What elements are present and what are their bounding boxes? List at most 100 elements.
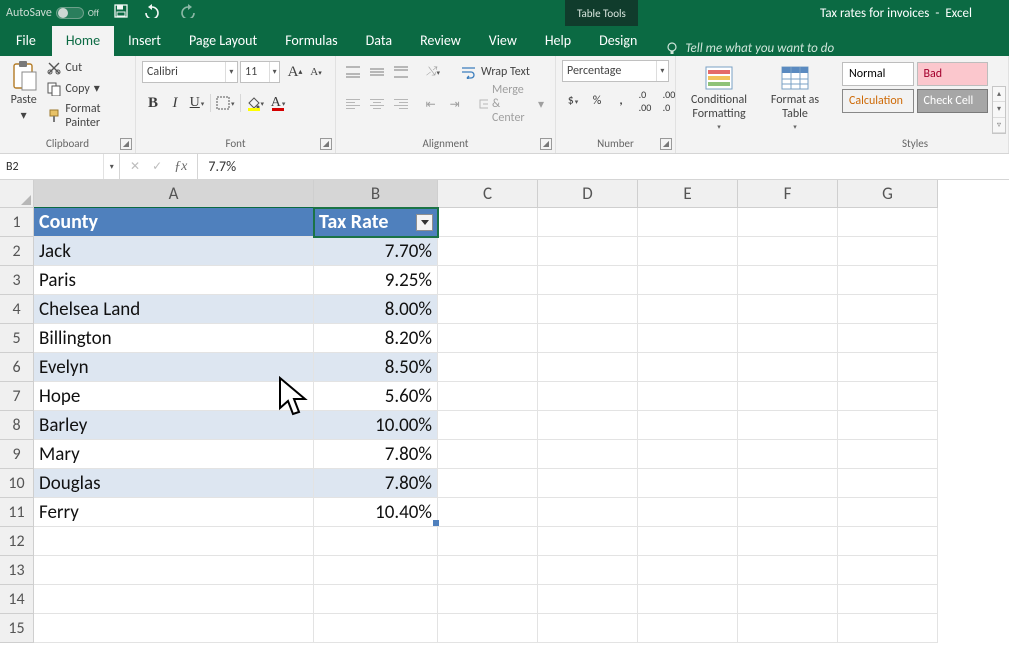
cell-B13[interactable] xyxy=(314,556,438,585)
cell-G14[interactable] xyxy=(838,585,938,614)
column-header-E[interactable]: E xyxy=(638,180,738,208)
chevron-down-icon[interactable]: ▾ xyxy=(269,62,279,82)
table-resize-handle[interactable] xyxy=(433,520,439,526)
paste-button[interactable]: Paste ▾ xyxy=(6,60,41,137)
name-box-input[interactable] xyxy=(0,160,103,174)
cell-C14[interactable] xyxy=(438,585,538,614)
increase-decimal-button[interactable]: .0.00 xyxy=(634,90,656,112)
cell-C11[interactable] xyxy=(438,498,538,527)
cell-F13[interactable] xyxy=(738,556,838,585)
align-left-button[interactable] xyxy=(342,93,364,115)
tab-review[interactable]: Review xyxy=(406,26,475,56)
cell-F5[interactable] xyxy=(738,324,838,353)
cell-F8[interactable] xyxy=(738,411,838,440)
tab-home[interactable]: Home xyxy=(52,26,114,56)
cell-C9[interactable] xyxy=(438,440,538,469)
cell-C15[interactable] xyxy=(438,614,538,643)
font-name-combo[interactable]: ▾ xyxy=(142,61,238,83)
align-right-button[interactable] xyxy=(390,93,412,115)
cell-G11[interactable] xyxy=(838,498,938,527)
cell-B11[interactable]: 10.40% xyxy=(314,498,438,527)
number-format-combo[interactable]: ▾ xyxy=(562,60,669,82)
cell-D1[interactable] xyxy=(538,208,638,237)
cell-E2[interactable] xyxy=(638,237,738,266)
cell-C8[interactable] xyxy=(438,411,538,440)
cell-A5[interactable]: Billington xyxy=(34,324,314,353)
cell-A6[interactable]: Evelyn xyxy=(34,353,314,382)
cell-A14[interactable] xyxy=(34,585,314,614)
cell-A12[interactable] xyxy=(34,527,314,556)
cell-E15[interactable] xyxy=(638,614,738,643)
cell-D4[interactable] xyxy=(538,295,638,324)
cell-D12[interactable] xyxy=(538,527,638,556)
cell-F10[interactable] xyxy=(738,469,838,498)
chevron-down-icon[interactable]: ▾ xyxy=(656,61,668,81)
cell-A4[interactable]: Chelsea Land xyxy=(34,295,314,324)
cell-D10[interactable] xyxy=(538,469,638,498)
font-dialog-launcher[interactable]: ◢ xyxy=(320,138,332,150)
orientation-button[interactable]: ⤭▾ xyxy=(422,61,444,83)
cell-A2[interactable]: Jack xyxy=(34,237,314,266)
decrease-font-size-button[interactable]: A▾ xyxy=(306,61,326,83)
cell-D14[interactable] xyxy=(538,585,638,614)
cell-B10[interactable]: 7.80% xyxy=(314,469,438,498)
cell-B15[interactable] xyxy=(314,614,438,643)
cell-C10[interactable] xyxy=(438,469,538,498)
tab-help[interactable]: Help xyxy=(531,26,585,56)
copy-button[interactable]: Copy▾ xyxy=(45,80,129,97)
tab-page-layout[interactable]: Page Layout xyxy=(175,26,271,56)
row-header-13[interactable]: 13 xyxy=(0,556,34,585)
cell-F4[interactable] xyxy=(738,295,838,324)
cell-E4[interactable] xyxy=(638,295,738,324)
cell-E13[interactable] xyxy=(638,556,738,585)
cell-C3[interactable] xyxy=(438,266,538,295)
row-header-6[interactable]: 6 xyxy=(0,353,34,382)
cell-F3[interactable] xyxy=(738,266,838,295)
filter-dropdown-button[interactable] xyxy=(416,214,433,231)
cell-G2[interactable] xyxy=(838,237,938,266)
tab-file[interactable]: File xyxy=(0,26,52,56)
cell-C6[interactable] xyxy=(438,353,538,382)
cell-A1[interactable]: County xyxy=(34,208,314,237)
cell-G5[interactable] xyxy=(838,324,938,353)
cell-B14[interactable] xyxy=(314,585,438,614)
cancel-formula-icon[interactable]: ✕ xyxy=(130,159,140,174)
cell-G12[interactable] xyxy=(838,527,938,556)
cell-B7[interactable]: 5.60% xyxy=(314,382,438,411)
wrap-text-button[interactable]: Wrap Text xyxy=(456,60,535,84)
number-format-input[interactable] xyxy=(563,64,656,78)
cell-C1[interactable] xyxy=(438,208,538,237)
align-middle-button[interactable] xyxy=(366,61,388,83)
worksheet-grid[interactable]: ABCDEFG 123456789101112131415 CountyTax … xyxy=(0,180,1009,661)
undo-button[interactable] xyxy=(143,4,163,22)
align-center-button[interactable] xyxy=(366,93,388,115)
cell-E10[interactable] xyxy=(638,469,738,498)
format-as-table-button[interactable]: Format as Table▾ xyxy=(758,60,832,131)
italic-button[interactable]: I xyxy=(164,92,186,114)
enter-formula-icon[interactable]: ✓ xyxy=(152,159,162,174)
style-calculation[interactable]: Calculation xyxy=(842,89,914,113)
cell-F7[interactable] xyxy=(738,382,838,411)
row-header-8[interactable]: 8 xyxy=(0,411,34,440)
cell-D15[interactable] xyxy=(538,614,638,643)
conditional-formatting-button[interactable]: Conditional Formatting▾ xyxy=(682,60,756,131)
cell-F11[interactable] xyxy=(738,498,838,527)
cell-E9[interactable] xyxy=(638,440,738,469)
cell-E11[interactable] xyxy=(638,498,738,527)
bold-button[interactable]: B xyxy=(142,92,164,114)
increase-indent-button[interactable]: ⇥ xyxy=(444,93,466,115)
row-header-11[interactable]: 11 xyxy=(0,498,34,527)
formula-input[interactable] xyxy=(198,154,1009,179)
row-header-5[interactable]: 5 xyxy=(0,324,34,353)
cell-E6[interactable] xyxy=(638,353,738,382)
cell-D6[interactable] xyxy=(538,353,638,382)
cell-G15[interactable] xyxy=(838,614,938,643)
column-header-F[interactable]: F xyxy=(738,180,838,208)
row-header-4[interactable]: 4 xyxy=(0,295,34,324)
cell-F2[interactable] xyxy=(738,237,838,266)
cell-F14[interactable] xyxy=(738,585,838,614)
format-painter-button[interactable]: Format Painter xyxy=(45,101,129,131)
column-header-G[interactable]: G xyxy=(838,180,938,208)
row-header-14[interactable]: 14 xyxy=(0,585,34,614)
style-bad[interactable]: Bad xyxy=(917,62,989,86)
